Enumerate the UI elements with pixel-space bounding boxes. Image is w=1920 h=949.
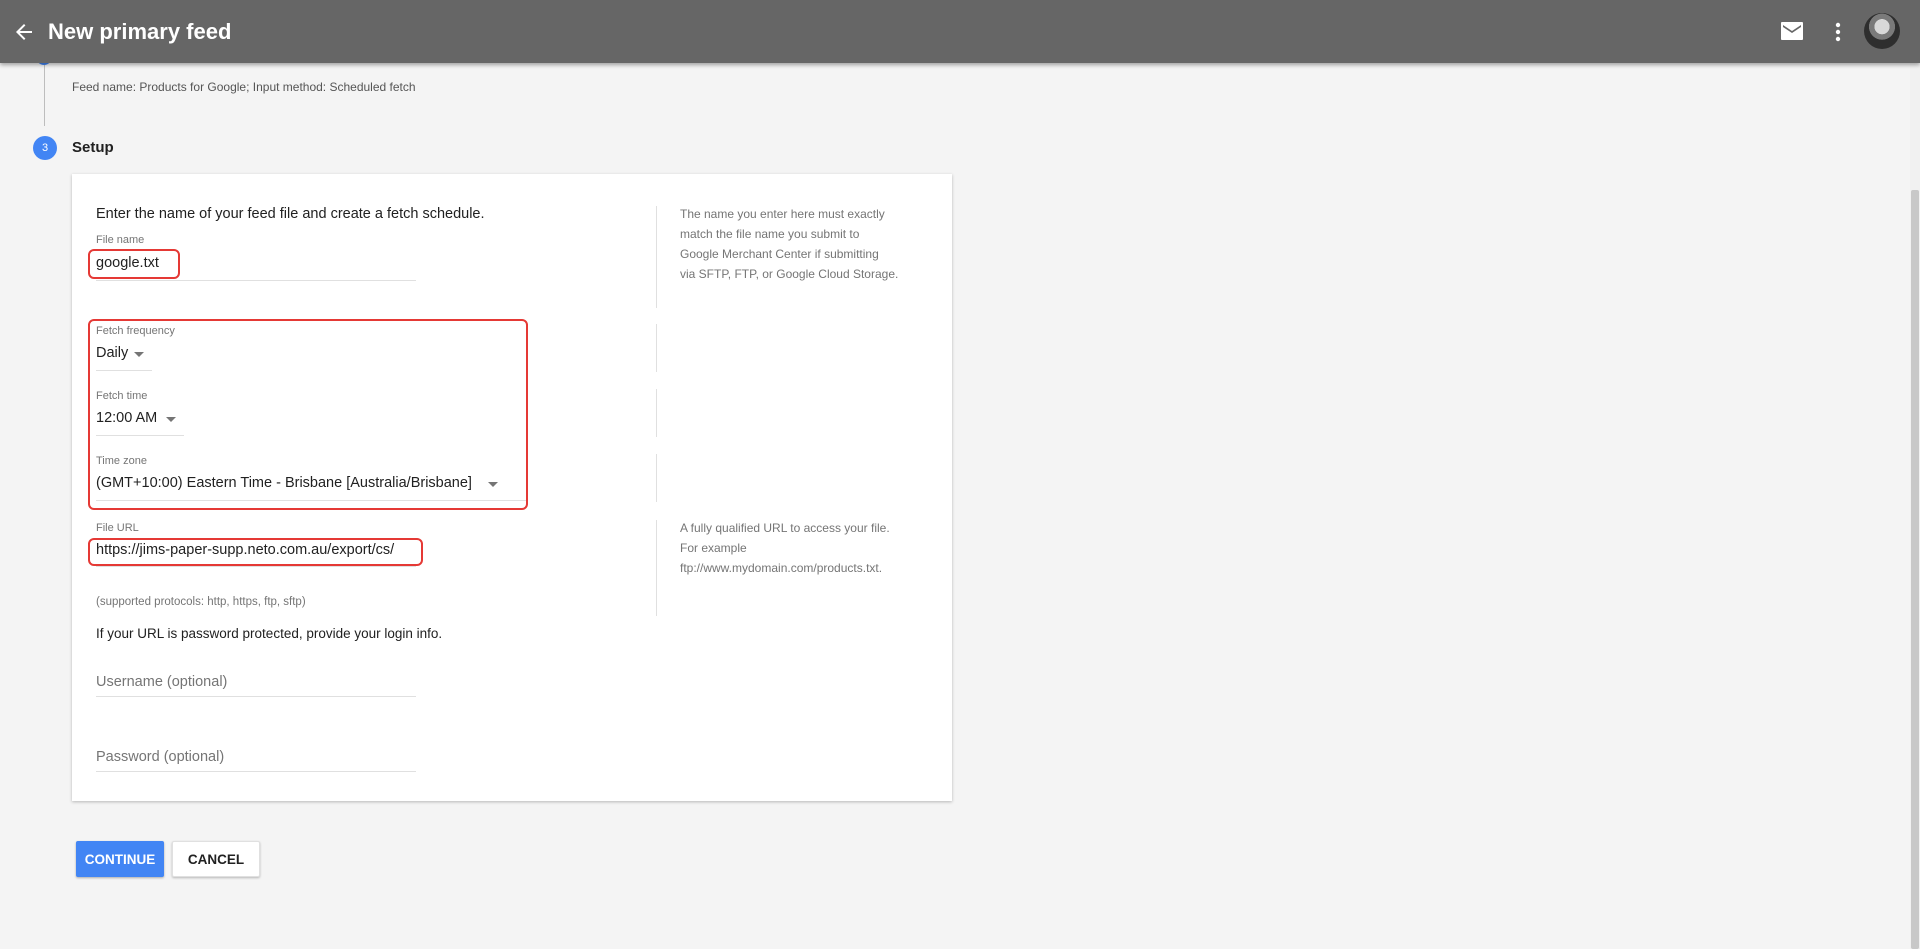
file-name-underline	[96, 280, 416, 281]
password-note: If your URL is password protected, provi…	[96, 626, 443, 641]
step-number-badge: 3	[33, 136, 57, 160]
file-name-label: File name	[96, 234, 145, 246]
avatar[interactable]	[1864, 13, 1900, 49]
arrow-left-icon[interactable]	[12, 20, 36, 44]
fetch-time-underline	[96, 435, 184, 436]
helper-divider	[656, 324, 657, 372]
scrollbar-thumb[interactable]	[1911, 190, 1919, 949]
file-url-underline	[96, 566, 416, 567]
mail-icon[interactable]	[1780, 21, 1804, 41]
file-url-input[interactable]: https://jims-paper-supp.neto.com.au/expo…	[96, 542, 394, 558]
chevron-down-icon[interactable]	[488, 482, 498, 487]
file-name-input[interactable]: google.txt	[96, 255, 159, 271]
supported-protocols-note: (supported protocols: http, https, ftp, …	[96, 596, 306, 608]
setup-card: Enter the name of your feed file and cre…	[72, 174, 952, 801]
setup-intro: Enter the name of your feed file and cre…	[96, 206, 485, 222]
fetch-frequency-select[interactable]: Daily	[96, 345, 128, 361]
time-zone-label: Time zone	[96, 455, 147, 467]
helper-divider	[656, 206, 657, 308]
chevron-down-icon[interactable]	[134, 352, 144, 357]
page-title: New primary feed	[48, 19, 232, 44]
top-app-bar: New primary feed	[0, 0, 1920, 63]
cancel-button[interactable]: CANCEL	[172, 841, 260, 877]
helper-divider	[656, 454, 657, 502]
password-input[interactable]	[96, 745, 416, 772]
helper-divider	[656, 520, 657, 616]
fetch-frequency-underline	[96, 370, 152, 371]
file-url-label: File URL	[96, 522, 139, 534]
file-url-help-text: A fully qualified URL to access your fil…	[680, 521, 890, 575]
fetch-time-label: Fetch time	[96, 390, 148, 402]
chevron-down-icon[interactable]	[166, 417, 176, 422]
time-zone-underline	[96, 500, 528, 501]
helper-divider	[656, 389, 657, 437]
stepper-connector	[44, 63, 45, 126]
time-zone-select[interactable]: (GMT+10:00) Eastern Time - Brisbane [Aus…	[96, 475, 472, 491]
fetch-frequency-label: Fetch frequency	[96, 325, 175, 337]
file-name-help-text: The name you enter here must exactly mat…	[680, 207, 899, 281]
more-vert-icon[interactable]	[1830, 20, 1846, 44]
continue-button[interactable]: CONTINUE	[76, 841, 164, 877]
fetch-time-select[interactable]: 12:00 AM	[96, 410, 157, 426]
username-input[interactable]	[96, 670, 416, 697]
step-title: Setup	[72, 139, 114, 156]
previous-step-summary: Feed name: Products for Google; Input me…	[72, 80, 416, 94]
